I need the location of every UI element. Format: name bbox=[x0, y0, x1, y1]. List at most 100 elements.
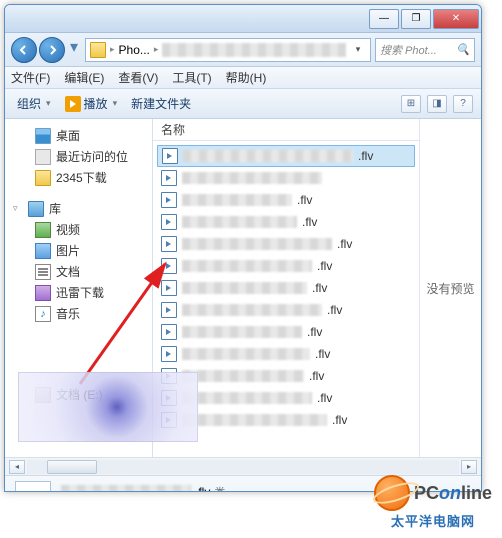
watermark-text-on: on bbox=[439, 483, 461, 503]
minimize-button[interactable]: — bbox=[369, 9, 399, 29]
file-row[interactable]: .flv bbox=[157, 343, 415, 365]
flv-file-icon bbox=[161, 258, 177, 274]
preview-empty-text: 没有预览 bbox=[426, 280, 474, 297]
menu-view[interactable]: 查看(V) bbox=[118, 69, 158, 86]
file-row[interactable]: .flv bbox=[157, 189, 415, 211]
file-row[interactable]: .flv bbox=[157, 277, 415, 299]
scroll-track[interactable] bbox=[27, 460, 459, 474]
tree-recent[interactable]: 最近访问的位 bbox=[5, 146, 152, 167]
new-folder-button[interactable]: 新建文件夹 bbox=[127, 93, 195, 114]
chevron-right-icon: ▸ bbox=[154, 44, 159, 55]
filename-blurred bbox=[182, 216, 297, 228]
menu-tools[interactable]: 工具(T) bbox=[172, 69, 211, 86]
filename-blurred bbox=[182, 194, 292, 206]
flv-file-icon bbox=[162, 148, 178, 164]
filename-blurred bbox=[182, 348, 310, 360]
filename-blurred bbox=[182, 238, 332, 250]
back-button[interactable] bbox=[11, 37, 37, 63]
nav-buttons: ▾ bbox=[11, 37, 81, 63]
download-icon bbox=[35, 285, 51, 301]
file-extension: .flv bbox=[317, 259, 332, 273]
file-row[interactable]: .flv bbox=[157, 299, 415, 321]
file-row[interactable]: .flv bbox=[157, 145, 415, 167]
breadcrumb-seg-1[interactable]: Pho... bbox=[119, 43, 150, 57]
organize-button[interactable]: 组织▾ bbox=[13, 93, 57, 114]
file-extension: .flv bbox=[327, 303, 342, 317]
filename-blurred bbox=[182, 172, 322, 184]
watermark-text-line: line bbox=[461, 483, 492, 503]
filename-blurred bbox=[182, 282, 307, 294]
menu-edit[interactable]: 编辑(E) bbox=[64, 69, 104, 86]
selected-filename-blurred bbox=[61, 485, 191, 493]
play-icon bbox=[65, 96, 81, 112]
tree-videos[interactable]: 视频 bbox=[5, 219, 152, 240]
flv-file-icon bbox=[161, 192, 177, 208]
file-row[interactable]: .flv bbox=[157, 211, 415, 233]
selected-file-ext: .flv bbox=[195, 485, 210, 493]
watermark-globe-icon bbox=[374, 475, 410, 511]
library-icon bbox=[28, 201, 44, 217]
file-row[interactable]: .flv bbox=[157, 233, 415, 255]
tree-pictures[interactable]: 图片 bbox=[5, 240, 152, 261]
tree-desktop[interactable]: 桌面 bbox=[5, 125, 152, 146]
horizontal-scrollbar[interactable]: ◂ ▸ bbox=[5, 457, 481, 475]
menu-help[interactable]: 帮助(H) bbox=[226, 69, 267, 86]
file-extension: .flv bbox=[297, 193, 312, 207]
filename-blurred bbox=[183, 150, 353, 162]
scroll-thumb[interactable] bbox=[47, 460, 97, 474]
desktop-icon bbox=[35, 128, 51, 144]
filename-blurred bbox=[182, 392, 312, 404]
overlay-swirl-image bbox=[18, 372, 198, 442]
folder-icon bbox=[35, 170, 51, 186]
recent-icon bbox=[35, 149, 51, 165]
nav-history-dropdown[interactable]: ▾ bbox=[67, 37, 81, 57]
collapse-icon[interactable]: ▿ bbox=[13, 203, 23, 214]
chevron-down-icon: ▾ bbox=[113, 98, 118, 109]
tree-xunlei[interactable]: 迅雷下载 bbox=[5, 282, 152, 303]
file-extension: .flv bbox=[317, 391, 332, 405]
file-extension: .flv bbox=[309, 369, 324, 383]
preview-pane-button[interactable]: ◨ bbox=[427, 95, 447, 113]
tree-music[interactable]: ♪音乐 bbox=[5, 303, 152, 324]
file-extension: .flv bbox=[315, 347, 330, 361]
flv-file-icon bbox=[161, 324, 177, 340]
file-row[interactable]: .flv bbox=[157, 321, 415, 343]
search-input[interactable]: 搜索 Phot... 🔍 bbox=[375, 38, 475, 62]
file-extension: .flv bbox=[337, 237, 352, 251]
column-header-name[interactable]: 名称 bbox=[153, 119, 419, 141]
menu-bar: 文件(F) 编辑(E) 查看(V) 工具(T) 帮助(H) bbox=[5, 67, 481, 89]
flv-file-icon bbox=[161, 346, 177, 362]
close-button[interactable]: ✕ bbox=[433, 9, 479, 29]
file-row[interactable] bbox=[157, 167, 415, 189]
help-button[interactable]: ? bbox=[453, 95, 473, 113]
file-extension: .flv bbox=[358, 149, 373, 163]
flv-file-icon bbox=[161, 236, 177, 252]
tree-2345dl[interactable]: 2345下载 bbox=[5, 167, 152, 188]
file-row[interactable]: .flv bbox=[157, 255, 415, 277]
file-extension: .flv bbox=[332, 413, 347, 427]
pictures-icon bbox=[35, 243, 51, 259]
tree-documents[interactable]: 文档 bbox=[5, 261, 152, 282]
filename-blurred bbox=[182, 304, 322, 316]
toolbar: 组织▾ 播放▾ 新建文件夹 ⊞ ◨ ? bbox=[5, 89, 481, 119]
breadcrumb-dropdown[interactable]: ▾ bbox=[350, 44, 366, 55]
play-button[interactable]: 播放▾ bbox=[61, 93, 124, 114]
breadcrumb-seg-blurred bbox=[162, 43, 346, 57]
breadcrumb[interactable]: ▸ Pho... ▸ ▾ bbox=[85, 38, 371, 62]
scroll-right-button[interactable]: ▸ bbox=[461, 460, 477, 474]
chevron-down-icon: ▾ bbox=[46, 98, 51, 109]
flv-file-icon bbox=[161, 214, 177, 230]
maximize-button[interactable]: ❐ bbox=[401, 9, 431, 29]
forward-button[interactable] bbox=[39, 37, 65, 63]
filename-blurred bbox=[182, 370, 304, 382]
view-options-button[interactable]: ⊞ bbox=[401, 95, 421, 113]
menu-file[interactable]: 文件(F) bbox=[11, 69, 50, 86]
watermark: PConline 太平洋电脑网 bbox=[374, 475, 492, 530]
chevron-right-icon: ▸ bbox=[110, 44, 115, 55]
scroll-left-button[interactable]: ◂ bbox=[9, 460, 25, 474]
folder-icon bbox=[90, 42, 106, 58]
titlebar: — ❐ ✕ bbox=[5, 5, 481, 33]
music-icon: ♪ bbox=[35, 306, 51, 322]
minimize-icon: — bbox=[379, 13, 389, 24]
tree-libraries[interactable]: ▿库 bbox=[5, 198, 152, 219]
